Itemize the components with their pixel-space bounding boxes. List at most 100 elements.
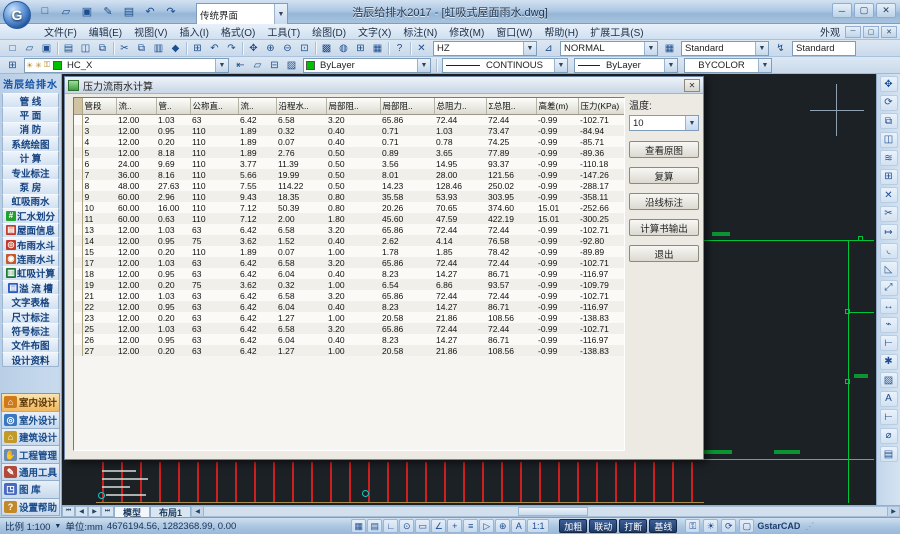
ortho-icon[interactable]: ∟ <box>383 519 398 533</box>
new-icon[interactable]: □ <box>4 41 21 56</box>
sidebar-tab[interactable]: ◎室外设计 <box>1 411 60 429</box>
sidebar-item[interactable]: 符号标注 <box>2 323 59 338</box>
sidebar-item[interactable]: 文件布图 <box>2 338 59 353</box>
export-report-button[interactable]: 计算书输出 <box>629 219 699 236</box>
dimstyle-icon[interactable]: ⊿ <box>540 41 557 56</box>
view-original-button[interactable]: 查看原图 <box>629 141 699 158</box>
column-header[interactable]: 沿程水.. <box>276 98 326 114</box>
chevron-down-icon[interactable]: ▼ <box>523 42 536 55</box>
restore-button[interactable]: ▢ <box>854 3 874 18</box>
doc-minimize-button[interactable]: ─ <box>845 26 861 38</box>
column-header[interactable]: 局部阻.. <box>326 98 380 114</box>
redo-icon[interactable]: ↷ <box>162 2 180 20</box>
menu-item[interactable]: 窗口(W) <box>490 23 538 40</box>
layer-freeze-icon[interactable]: ▨ <box>283 58 300 73</box>
sidebar-item[interactable]: 泵 房 <box>2 179 59 194</box>
column-header[interactable]: 管段 <box>82 98 116 114</box>
chevron-down-icon[interactable]: ▼ <box>758 59 771 72</box>
properties-icon[interactable]: ▷ <box>479 519 494 533</box>
zoom-window-icon[interactable]: ⊡ <box>296 41 313 56</box>
erase-icon[interactable]: ✕ <box>880 187 898 203</box>
otrack-icon[interactable]: ∠ <box>431 519 446 533</box>
mleaderstyle-icon[interactable]: ↯ <box>772 41 789 56</box>
polar-icon[interactable]: ⊙ <box>399 519 414 533</box>
recalculate-button[interactable]: 复算 <box>629 167 699 184</box>
array-icon[interactable]: ⊞ <box>880 169 898 185</box>
bulb-icon[interactable]: ☀ <box>26 61 33 70</box>
layers-icon[interactable]: ▤ <box>880 446 898 462</box>
menu-item[interactable]: 文件(F) <box>38 23 83 40</box>
app-logo[interactable]: G <box>3 1 31 29</box>
fillet-icon[interactable]: ◟ <box>880 243 898 259</box>
text-style-combo[interactable]: HZ ▼ <box>433 41 537 56</box>
scroll-left-arrow[interactable]: ◀ <box>192 507 204 516</box>
layer-previous-icon[interactable]: ⇤ <box>232 58 249 73</box>
linetype-combo[interactable]: CONTINOUS ▼ <box>442 58 568 73</box>
layer-combo[interactable]: ☀✳⚿ HC_X ▼ <box>24 58 229 73</box>
sidebar-item[interactable]: 平 面 <box>2 107 59 122</box>
column-header[interactable]: 局部阻.. <box>380 98 434 114</box>
sidebar-item[interactable]: #汇水划分 <box>2 208 59 223</box>
menu-item[interactable]: 扩展工具(S) <box>584 23 649 40</box>
sidebar-item[interactable]: 专业标注 <box>2 165 59 180</box>
table-row[interactable]: 212.001.03636.426.583.2065.8672.4472.44-… <box>74 114 624 125</box>
sidebar-tab[interactable]: ⌂建筑设计 <box>1 428 60 446</box>
preview-icon[interactable]: ◫ <box>77 41 94 56</box>
osnap-icon[interactable]: ▭ <box>415 519 430 533</box>
paste-icon[interactable]: ▥ <box>150 41 167 56</box>
grid-icon[interactable]: ▤ <box>367 519 382 533</box>
column-header[interactable]: 公称直.. <box>190 98 238 114</box>
cut-icon[interactable]: ✂ <box>116 41 133 56</box>
menu-item[interactable]: 格式(O) <box>215 23 261 40</box>
table-row[interactable]: 1712.001.03636.426.583.2065.8672.4472.44… <box>74 257 624 268</box>
copy-icon[interactable]: ⧉ <box>133 41 150 56</box>
minimize-button[interactable]: ─ <box>832 3 852 18</box>
bulb-icon[interactable]: ☀ <box>703 519 718 533</box>
calculation-table-container[interactable]: 管段流..管..公称直..流..沿程水..局部阻..局部阻..总阻力..Σ总阻.… <box>73 97 625 451</box>
sidebar-tab[interactable]: ◳图 库 <box>1 480 60 498</box>
table-row[interactable]: 312.000.951101.890.320.400.711.0373.47-0… <box>74 125 624 136</box>
table-row[interactable]: 848.0027.631107.55114.220.5014.23128.462… <box>74 180 624 191</box>
table-row[interactable]: 2112.001.03636.426.583.2065.8672.4472.44… <box>74 290 624 301</box>
explode-icon[interactable]: ✱ <box>880 354 898 370</box>
clean-screen-icon[interactable]: ▢ <box>739 519 754 533</box>
table-row[interactable]: 412.000.201101.890.070.400.710.7874.25-0… <box>74 136 624 147</box>
sidebar-item[interactable]: 消 防 <box>2 122 59 137</box>
zoom-realtime-icon[interactable]: ⊕ <box>262 41 279 56</box>
sidebar-tab[interactable]: ⌂室内设计 <box>1 393 60 411</box>
zoom-out-icon[interactable]: ⊖ <box>279 41 296 56</box>
annotate-along-line-button[interactable]: 沿线标注 <box>629 193 699 210</box>
sidebar-tab[interactable]: ✋工程管理 <box>1 445 60 463</box>
stretch-icon[interactable]: ↔ <box>880 298 898 314</box>
trim-icon[interactable]: ✂ <box>880 206 898 222</box>
status-toggle[interactable]: 联动 <box>589 519 617 533</box>
join-icon[interactable]: ⊢ <box>880 335 898 351</box>
sidebar-item[interactable]: ▤屋面信息 <box>2 223 59 238</box>
menu-item[interactable]: 工具(T) <box>261 23 306 40</box>
close-button[interactable]: ✕ <box>876 3 896 18</box>
scale-icon[interactable]: ⤢ <box>880 280 898 296</box>
menu-item[interactable]: 标注(N) <box>397 23 443 40</box>
sidebar-item[interactable]: 文字表格 <box>2 294 59 309</box>
lineweight-combo[interactable]: ByLayer ▼ <box>574 58 678 73</box>
dyn-icon[interactable]: + <box>447 519 462 533</box>
menu-item[interactable]: 绘图(D) <box>306 23 352 40</box>
menu-item[interactable]: 编辑(E) <box>83 23 128 40</box>
annotation-icon[interactable]: A <box>511 519 526 533</box>
chevron-down-icon[interactable]: ▼ <box>755 42 768 55</box>
move-icon[interactable]: ✥ <box>880 76 898 92</box>
undo-icon[interactable]: ↶ <box>206 41 223 56</box>
sidebar-item[interactable]: 管 线 <box>2 93 59 108</box>
sidebar-item[interactable]: ▤溢 流 槽 <box>2 280 59 295</box>
resize-grip[interactable]: ⋰ <box>805 521 814 532</box>
sidebar-item[interactable]: 系统绘图 <box>2 136 59 151</box>
sidebar-item[interactable]: 尺寸标注 <box>2 309 59 324</box>
sidebar-tab[interactable]: ✎通用工具 <box>1 463 60 481</box>
table-row[interactable]: 2712.000.20636.421.271.0020.5821.86108.5… <box>74 345 624 356</box>
layer-isolate-icon[interactable]: ▱ <box>249 58 266 73</box>
publish-icon[interactable]: ⧉ <box>94 41 111 56</box>
sidebar-tab[interactable]: ?设置帮助 <box>1 498 60 516</box>
table-row[interactable]: 1060.0016.001107.1250.390.8020.2670.6537… <box>74 202 624 213</box>
matchprop-icon[interactable]: ◆ <box>167 41 184 56</box>
column-header[interactable]: 流.. <box>116 98 156 114</box>
